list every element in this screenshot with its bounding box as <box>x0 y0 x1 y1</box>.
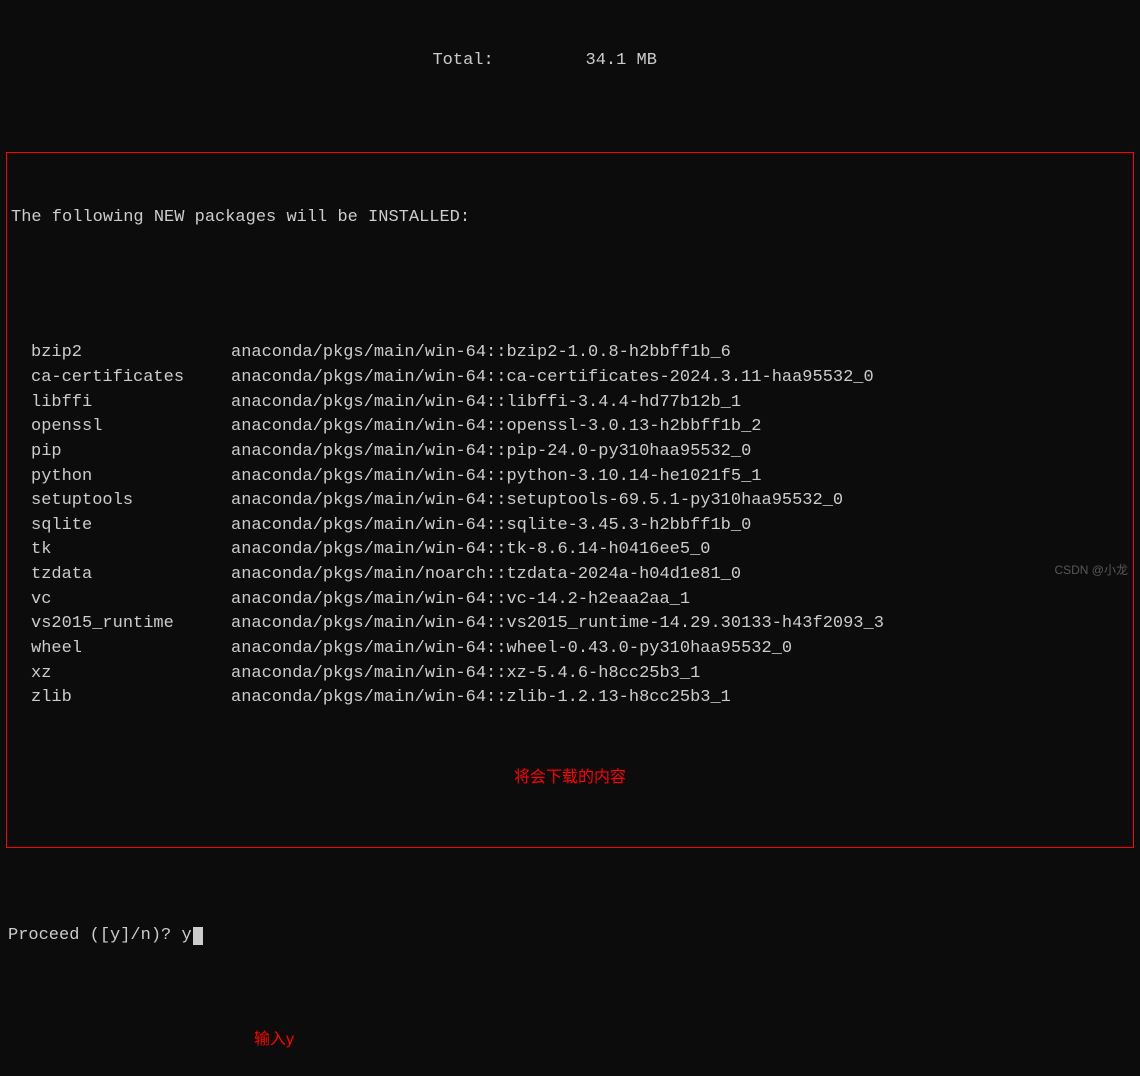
package-name: libffi <box>31 391 231 416</box>
package-spec: anaconda/pkgs/main/win-64::setuptools-69… <box>231 489 1129 514</box>
total-label: Total: <box>432 51 493 70</box>
package-spec: anaconda/pkgs/main/win-64::vc-14.2-h2eaa… <box>231 588 1129 613</box>
package-spec: anaconda/pkgs/main/win-64::ca-certificat… <box>231 366 1129 391</box>
package-spec: anaconda/pkgs/main/win-64::xz-5.4.6-h8cc… <box>231 662 1129 687</box>
package-spec: anaconda/pkgs/main/win-64::pip-24.0-py31… <box>231 440 1129 465</box>
package-row: setuptoolsanaconda/pkgs/main/win-64::set… <box>11 489 1129 514</box>
install-header: The following NEW packages will be INSTA… <box>11 206 1129 231</box>
package-row: zlibanaconda/pkgs/main/win-64::zlib-1.2.… <box>11 686 1129 711</box>
package-row: libffianaconda/pkgs/main/win-64::libffi-… <box>11 391 1129 416</box>
install-packages-box: The following NEW packages will be INSTA… <box>6 152 1134 848</box>
annotation-input-y: 输入y <box>4 1028 1136 1051</box>
package-row: wheelanaconda/pkgs/main/win-64::wheel-0.… <box>11 637 1129 662</box>
total-line: Total: 34.1 MB <box>4 49 1136 74</box>
package-row: vs2015_runtimeanaconda/pkgs/main/win-64:… <box>11 612 1129 637</box>
package-name: xz <box>31 662 231 687</box>
prompt-text: Proceed ([y]/n)? <box>8 924 181 949</box>
package-name: pip <box>31 440 231 465</box>
package-name: ca-certificates <box>31 366 231 391</box>
package-row: sqliteanaconda/pkgs/main/win-64::sqlite-… <box>11 514 1129 539</box>
package-spec: anaconda/pkgs/main/win-64::wheel-0.43.0-… <box>231 637 1129 662</box>
watermark: CSDN @小龙 <box>1054 562 1128 579</box>
package-name: tk <box>31 538 231 563</box>
proceed-prompt[interactable]: Proceed ([y]/n)? y <box>4 924 1136 949</box>
package-row: ca-certificatesanaconda/pkgs/main/win-64… <box>11 366 1129 391</box>
package-row: tkanaconda/pkgs/main/win-64::tk-8.6.14-h… <box>11 538 1129 563</box>
package-row: bzip2anaconda/pkgs/main/win-64::bzip2-1.… <box>11 341 1129 366</box>
package-row: pipanaconda/pkgs/main/win-64::pip-24.0-p… <box>11 440 1129 465</box>
package-spec: anaconda/pkgs/main/win-64::zlib-1.2.13-h… <box>231 686 1129 711</box>
package-spec: anaconda/pkgs/main/win-64::tk-8.6.14-h04… <box>231 538 1129 563</box>
package-name: wheel <box>31 637 231 662</box>
package-spec: anaconda/pkgs/main/win-64::openssl-3.0.1… <box>231 415 1129 440</box>
package-name: setuptools <box>31 489 231 514</box>
package-row: tzdataanaconda/pkgs/main/noarch::tzdata-… <box>11 563 1129 588</box>
package-name: sqlite <box>31 514 231 539</box>
user-input: y <box>181 924 191 949</box>
cursor <box>193 927 203 945</box>
package-name: bzip2 <box>31 341 231 366</box>
package-name: openssl <box>31 415 231 440</box>
package-name: vc <box>31 588 231 613</box>
package-spec: anaconda/pkgs/main/win-64::bzip2-1.0.8-h… <box>231 341 1129 366</box>
package-row: xzanaconda/pkgs/main/win-64::xz-5.4.6-h8… <box>11 662 1129 687</box>
package-row: opensslanaconda/pkgs/main/win-64::openss… <box>11 415 1129 440</box>
package-spec: anaconda/pkgs/main/noarch::tzdata-2024a-… <box>231 563 1129 588</box>
package-spec: anaconda/pkgs/main/win-64::python-3.10.1… <box>231 465 1129 490</box>
package-row: pythonanaconda/pkgs/main/win-64::python-… <box>11 465 1129 490</box>
package-spec: anaconda/pkgs/main/win-64::sqlite-3.45.3… <box>231 514 1129 539</box>
total-value: 34.1 MB <box>586 51 657 70</box>
package-list: bzip2anaconda/pkgs/main/win-64::bzip2-1.… <box>11 341 1129 711</box>
package-row: vcanaconda/pkgs/main/win-64::vc-14.2-h2e… <box>11 588 1129 613</box>
package-spec: anaconda/pkgs/main/win-64::vs2015_runtim… <box>231 612 1129 637</box>
package-spec: anaconda/pkgs/main/win-64::libffi-3.4.4-… <box>231 391 1129 416</box>
annotation-download-content: 将会下载的内容 <box>11 766 1129 789</box>
package-name: tzdata <box>31 563 231 588</box>
package-name: zlib <box>31 686 231 711</box>
package-name: python <box>31 465 231 490</box>
package-name: vs2015_runtime <box>31 612 231 637</box>
